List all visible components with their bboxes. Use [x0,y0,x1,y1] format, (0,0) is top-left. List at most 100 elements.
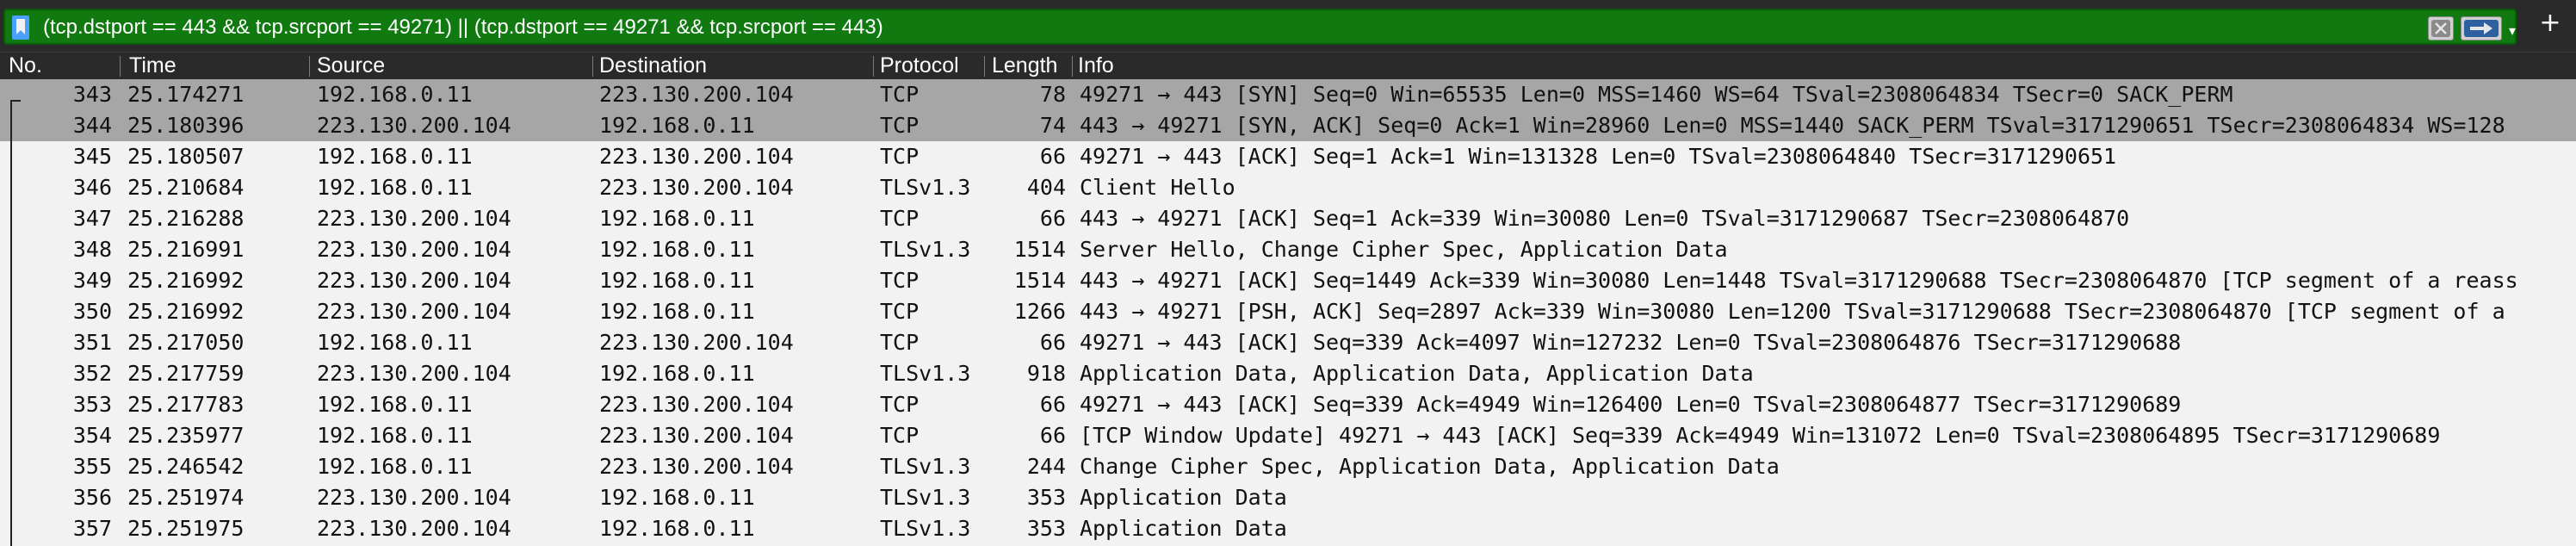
packet-time: 25.251974 [127,485,245,510]
column-separator[interactable] [120,56,121,77]
filter-history-dropdown[interactable]: ▾ [2504,19,2521,43]
packet-info: 443 → 49271 [PSH, ACK] Seq=2897 Ack=339 … [1080,299,2505,324]
packet-source: 192.168.0.11 [317,423,473,448]
packet-length: 66 [1039,206,1066,231]
packet-destination: 223.130.200.104 [599,423,794,448]
packet-length: 66 [1039,392,1066,417]
packet-no: 346 [72,175,112,200]
packet-no: 351 [72,330,112,355]
packet-source: 223.130.200.104 [317,268,511,293]
packet-row[interactable]: 349 25.216992 223.130.200.104 192.168.0.11 T… [0,265,2576,296]
column-header-length[interactable]: Length [992,53,1071,80]
column-header-time[interactable]: Time [129,53,307,80]
apply-filter-button[interactable] [2461,16,2502,40]
display-filter-text[interactable]: (tcp.dstport == 443 && tcp.srcport == 49… [43,15,883,40]
column-separator[interactable] [873,56,874,77]
packet-protocol: TLSv1.3 [880,175,971,200]
arrow-right-icon [2464,20,2499,37]
packet-no: 344 [72,113,112,138]
packet-no: 345 [72,144,112,169]
packet-no: 347 [72,206,112,231]
packet-length: 353 [1026,516,1066,541]
packet-protocol: TLSv1.3 [880,237,971,262]
column-separator[interactable] [984,56,985,77]
column-separator[interactable] [592,56,593,77]
packet-protocol: TCP [880,82,920,107]
column-header-no[interactable]: No. [9,53,121,80]
packet-time: 25.210684 [127,175,245,200]
packet-length: 66 [1039,144,1066,169]
packet-row[interactable]: 355 25.246542 192.168.0.11 223.130.200.104 T… [0,451,2576,482]
packet-source: 223.130.200.104 [317,299,511,324]
packet-row[interactable]: 345 25.180507 192.168.0.11 223.130.200.104 T… [0,141,2576,172]
packet-protocol: TLSv1.3 [880,361,971,386]
column-separator[interactable] [1072,56,1073,77]
packet-no: 354 [72,423,112,448]
packet-length: 1266 [1013,299,1066,324]
packet-protocol: TCP [880,268,920,293]
packet-source: 192.168.0.11 [317,175,473,200]
packet-row[interactable]: 351 25.217050 192.168.0.11 223.130.200.104 T… [0,327,2576,358]
packet-destination: 223.130.200.104 [599,82,794,107]
packet-length: 66 [1039,423,1066,448]
column-header-destination[interactable]: Destination [599,53,871,80]
bookmark-icon[interactable] [12,16,29,40]
packet-row[interactable]: 347 25.216288 223.130.200.104 192.168.0.11 T… [0,203,2576,234]
packet-no: 356 [72,485,112,510]
packet-info: Server Hello, Change Cipher Spec, Applic… [1080,237,1728,262]
column-header-info[interactable]: Info [1078,53,1250,80]
packet-protocol: TLSv1.3 [880,516,971,541]
packet-info: 49271 → 443 [ACK] Seq=339 Ack=4949 Win=1… [1080,392,2182,417]
packet-length: 918 [1026,361,1066,386]
packet-row[interactable]: 357 25.251975 223.130.200.104 192.168.0.11 T… [0,513,2576,544]
column-separator[interactable] [309,56,310,77]
add-filter-button[interactable]: + [2535,9,2566,40]
clear-filter-button[interactable] [2428,16,2454,40]
packet-row[interactable]: 352 25.217759 223.130.200.104 192.168.0.11 T… [0,358,2576,389]
packet-info: Application Data [1080,485,1287,510]
packet-time: 25.217783 [127,392,245,417]
packet-destination: 192.168.0.11 [599,113,755,138]
packet-length: 1514 [1013,237,1066,262]
packet-source: 223.130.200.104 [317,113,511,138]
packet-row[interactable]: 343 25.174271 192.168.0.11 223.130.200.104 T… [0,79,2576,110]
packet-source: 223.130.200.104 [317,485,511,510]
packet-protocol: TCP [880,392,920,417]
packet-time: 25.180507 [127,144,245,169]
packet-row[interactable]: 344 25.180396 223.130.200.104 192.168.0.11 T… [0,110,2576,141]
packet-destination: 223.130.200.104 [599,330,794,355]
packet-source: 223.130.200.104 [317,206,511,231]
packet-no: 357 [72,516,112,541]
display-filter-toolbar: (tcp.dstport == 443 && tcp.srcport == 49… [0,0,2576,52]
packet-row[interactable]: 350 25.216992 223.130.200.104 192.168.0.11 T… [0,296,2576,327]
packet-length: 78 [1039,82,1066,107]
packet-list[interactable]: 343 25.174271 192.168.0.11 223.130.200.104 T… [0,79,2576,546]
packet-length: 1514 [1013,268,1066,293]
packet-destination: 223.130.200.104 [599,175,794,200]
packet-destination: 192.168.0.11 [599,485,755,510]
packet-source: 192.168.0.11 [317,454,473,479]
packet-info: Application Data [1080,516,1287,541]
packet-source: 223.130.200.104 [317,516,511,541]
packet-info: 49271 → 443 [ACK] Seq=1 Ack=1 Win=131328… [1080,144,2117,169]
packet-time: 25.246542 [127,454,245,479]
packet-row[interactable]: 356 25.251974 223.130.200.104 192.168.0.11 T… [0,482,2576,513]
packet-info: [TCP Window Update] 49271 → 443 [ACK] Se… [1080,423,2441,448]
packet-source: 192.168.0.11 [317,330,473,355]
display-filter-input[interactable]: (tcp.dstport == 443 && tcp.srcport == 49… [3,9,2517,45]
packet-destination: 192.168.0.11 [599,299,755,324]
packet-row[interactable]: 354 25.235977 192.168.0.11 223.130.200.104 T… [0,420,2576,451]
packet-row[interactable]: 353 25.217783 192.168.0.11 223.130.200.104 T… [0,389,2576,420]
packet-row[interactable]: 348 25.216991 223.130.200.104 192.168.0.11 T… [0,234,2576,265]
packet-no: 353 [72,392,112,417]
packet-row[interactable]: 346 25.210684 192.168.0.11 223.130.200.104 T… [0,172,2576,203]
packet-protocol: TCP [880,330,920,355]
packet-info: 443 → 49271 [ACK] Seq=1449 Ack=339 Win=3… [1080,268,2518,293]
packet-source: 223.130.200.104 [317,361,511,386]
column-header-source[interactable]: Source [317,53,592,80]
packet-source: 192.168.0.11 [317,392,473,417]
packet-destination: 192.168.0.11 [599,361,755,386]
packet-length: 404 [1026,175,1066,200]
packet-destination: 192.168.0.11 [599,268,755,293]
column-header-protocol[interactable]: Protocol [880,53,983,80]
